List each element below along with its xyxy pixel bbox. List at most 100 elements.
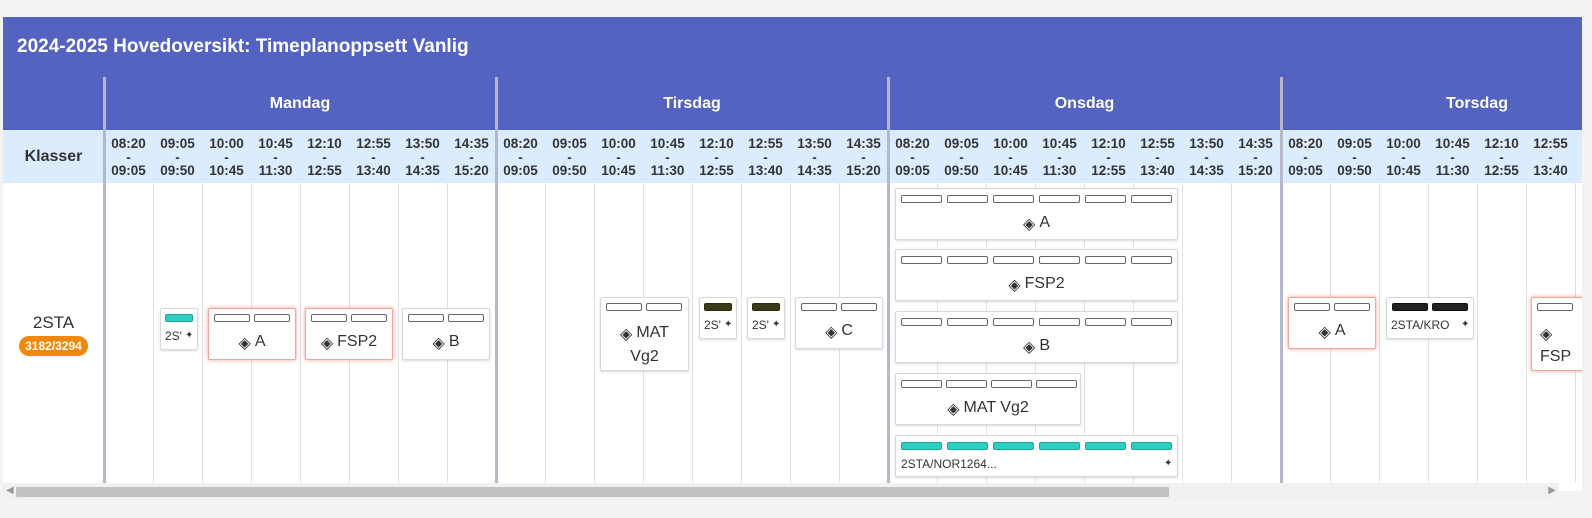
time-slot-end: 15:20 (1238, 163, 1273, 178)
time-slot-end: 14:35 (1575, 164, 1582, 178)
card-label-text: MAT Vg2 (630, 324, 669, 365)
grid-line (1477, 183, 1478, 483)
time-slot-header: 10:45-11:30 (1428, 130, 1477, 183)
period-pill (1131, 318, 1172, 326)
time-slot-start: 12:10 (699, 136, 734, 151)
lesson-card[interactable]: 2S' ✦ (699, 297, 737, 339)
lesson-card[interactable]: ◈ MAT Vg2 (895, 373, 1081, 425)
grid-line (594, 183, 595, 483)
period-pill (165, 314, 193, 322)
time-slot-header: 09:05-09:50 (153, 130, 202, 183)
period-pill (646, 303, 682, 311)
time-slot-sep: - (371, 149, 376, 165)
lesson-card[interactable]: 2S' ✦ (160, 308, 198, 350)
time-slot-header: 13:50-14:35 (1575, 130, 1582, 183)
period-pill (947, 442, 988, 450)
grid-line (790, 183, 791, 483)
time-slot-header: 10:00-10:45 (202, 130, 251, 183)
period-pill (1039, 318, 1080, 326)
horizontal-scrollbar[interactable]: ◀ ▶ (3, 483, 1559, 500)
grid-line (1526, 183, 1527, 483)
time-slot-start: 14:35 (1238, 136, 1273, 151)
layers-icon: ◈ (1318, 324, 1331, 341)
time-slot-end: 12:55 (699, 163, 734, 178)
class-label[interactable]: 2STA 3182/3294 (3, 313, 104, 356)
period-pill (993, 195, 1034, 203)
lesson-card[interactable]: 2S' ✦ (747, 297, 785, 339)
lesson-card[interactable]: ◈ B (402, 308, 490, 360)
time-slot-sep: - (469, 149, 474, 165)
time-slot-start: 13:50 (1189, 136, 1224, 151)
time-slot-end: 11:30 (258, 163, 293, 178)
time-slot-header: 08:20-09:05 (888, 130, 937, 183)
time-slot-end: 09:50 (1337, 163, 1372, 178)
lesson-card[interactable]: ◈ A (208, 308, 296, 360)
scroll-right-icon[interactable]: ▶ (1548, 485, 1556, 496)
lesson-card[interactable]: ◈ B (895, 311, 1178, 363)
time-slot-sep: - (1548, 149, 1553, 165)
time-slot-end: 11:30 (1042, 163, 1077, 178)
period-pill (214, 314, 250, 322)
card-label-text: B (1039, 337, 1050, 354)
card-label: ◈ A (209, 333, 295, 353)
page-title: 2024-2025 Hovedoversikt: Timeplanoppsett… (17, 36, 469, 57)
card-label: ◈ FSP2 (896, 275, 1177, 295)
scroll-left-icon[interactable]: ◀ (6, 485, 14, 496)
period-pill (901, 380, 942, 388)
time-slot-start: 10:00 (209, 136, 244, 151)
time-slot-header: 10:00-10:45 (1379, 130, 1428, 183)
lesson-card[interactable]: ◈ A (895, 188, 1178, 240)
time-slot-end: 14:35 (797, 163, 832, 178)
period-pill (946, 380, 987, 388)
lesson-card[interactable]: ◈ C (795, 297, 883, 349)
period-pill (1432, 303, 1468, 311)
lesson-card[interactable]: ◈ FSP2 (305, 308, 393, 360)
time-slot-start: 12:10 (1091, 136, 1126, 151)
card-label: 2STA/KRO (1391, 318, 1450, 332)
period-pill (1131, 195, 1172, 203)
pin-icon: ✦ (772, 319, 781, 330)
card-label-text: A (1334, 322, 1346, 339)
card-label: ◈ FSP (1532, 322, 1582, 368)
lesson-card[interactable]: ◈ FSP2 (895, 249, 1178, 301)
time-slot-start: 09:05 (160, 136, 195, 151)
period-pill (901, 256, 942, 264)
time-slot-header: 12:55-13:40 (741, 130, 790, 183)
period-pill (351, 314, 387, 322)
period-pill (1085, 442, 1126, 450)
scrollbar-thumb[interactable] (16, 487, 1169, 497)
time-slot-end: 13:40 (356, 163, 391, 178)
time-slot-sep: - (1303, 149, 1308, 165)
time-slot-sep: - (1155, 149, 1160, 165)
time-slot-end: 10:45 (993, 163, 1028, 178)
time-slot-header: 09:05-09:50 (1330, 130, 1379, 183)
day-mandag: Mandag (269, 95, 331, 112)
time-slot-header: 10:45-11:30 (251, 130, 300, 183)
time-slot-header: 10:45-11:30 (643, 130, 692, 183)
time-slot-sep: - (1106, 149, 1111, 165)
time-slot-sep: - (175, 149, 180, 165)
card-label-text: FSP2 (1024, 275, 1065, 292)
lesson-card[interactable]: 2STA/NOR1264... ✦ (895, 435, 1178, 477)
time-slot-sep: - (665, 149, 670, 165)
time-slot-end: 14:35 (405, 163, 440, 178)
period-pill (1036, 380, 1077, 388)
time-slot-start: 10:45 (650, 136, 685, 151)
lesson-card[interactable]: ◈ MAT Vg2 (600, 297, 689, 371)
lesson-card[interactable]: 2STA/KRO ✦ (1386, 297, 1474, 339)
layers-icon: ◈ (947, 401, 960, 418)
time-slot-sep: - (126, 149, 131, 165)
time-slot-start: 12:55 (356, 136, 391, 151)
period-pill (254, 314, 290, 322)
period-pill (1131, 256, 1172, 264)
time-slot-end: 10:45 (1386, 163, 1421, 178)
period-pill (947, 256, 988, 264)
time-slot-sep: - (1057, 149, 1062, 165)
time-slot-start: 14:35 (454, 136, 489, 151)
time-slot-start: 12:10 (307, 136, 342, 151)
pin-icon: ✦ (724, 319, 733, 330)
lesson-card[interactable]: ◈ FSP (1531, 297, 1582, 371)
time-slot-header: 12:10-12:55 (1477, 130, 1526, 183)
lesson-card[interactable]: ◈ A (1288, 297, 1376, 349)
card-label: ◈ B (403, 333, 489, 353)
